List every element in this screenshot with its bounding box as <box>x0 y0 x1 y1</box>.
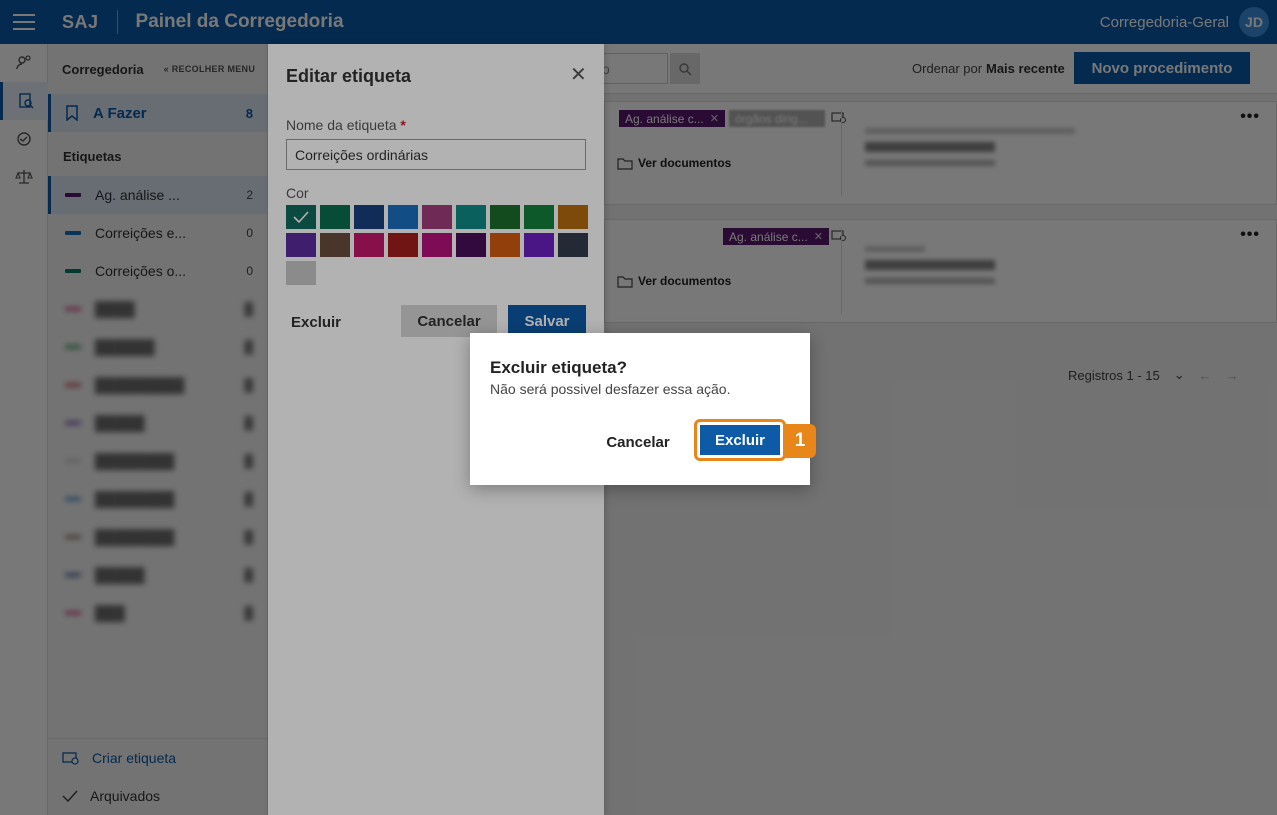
confirm-delete-dialog: Excluir etiqueta? Não será possivel desf… <box>470 333 816 485</box>
dialog-cancel-button[interactable]: Cancelar <box>598 430 678 454</box>
step-badge: 1 <box>784 424 816 458</box>
highlight-frame: Excluir <box>694 419 786 461</box>
dialog-title: Excluir etiqueta? <box>490 358 627 377</box>
dialog-message: Não será possivel desfazer essa ação. <box>490 381 731 397</box>
dialog-confirm-delete-button[interactable]: Excluir <box>700 425 780 455</box>
